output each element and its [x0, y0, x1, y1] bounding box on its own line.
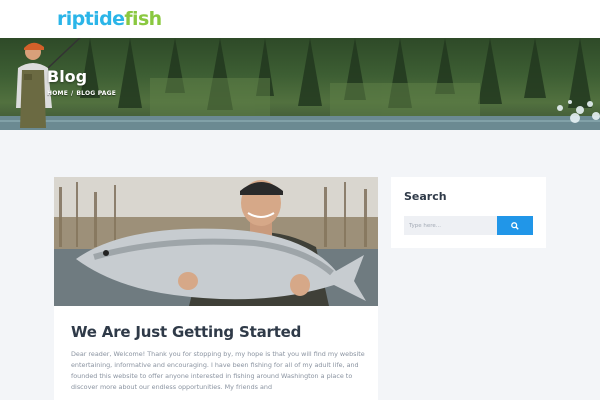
breadcrumb-separator: / [71, 90, 74, 97]
logo-text-fish: fish [124, 8, 162, 30]
logo-text-riptide: riptide [57, 8, 125, 30]
post-title[interactable]: We Are Just Getting Started [71, 323, 301, 341]
blog-post-card: We Are Just Getting Started Dear reader,… [54, 177, 378, 400]
fisherman-holding-salmon-image [54, 177, 378, 306]
breadcrumb: HOME / BLOG PAGE [47, 90, 116, 97]
hero-background-image [0, 38, 600, 130]
post-featured-image[interactable] [54, 177, 378, 306]
breadcrumb-current: BLOG PAGE [76, 90, 117, 97]
search-button[interactable] [497, 216, 533, 235]
hero-banner: Blog HOME / BLOG PAGE [0, 38, 600, 130]
search-widget: Search [391, 177, 546, 248]
page-title: Blog [47, 67, 88, 86]
post-excerpt: Dear reader, Welcome! Thank you for stop… [71, 350, 365, 391]
site-header: riptidefish [0, 0, 600, 38]
breadcrumb-home-link[interactable]: HOME [47, 90, 68, 97]
search-input[interactable] [404, 216, 497, 235]
site-logo[interactable]: riptidefish [57, 6, 162, 32]
search-widget-title: Search [404, 190, 447, 203]
search-icon [511, 221, 519, 230]
